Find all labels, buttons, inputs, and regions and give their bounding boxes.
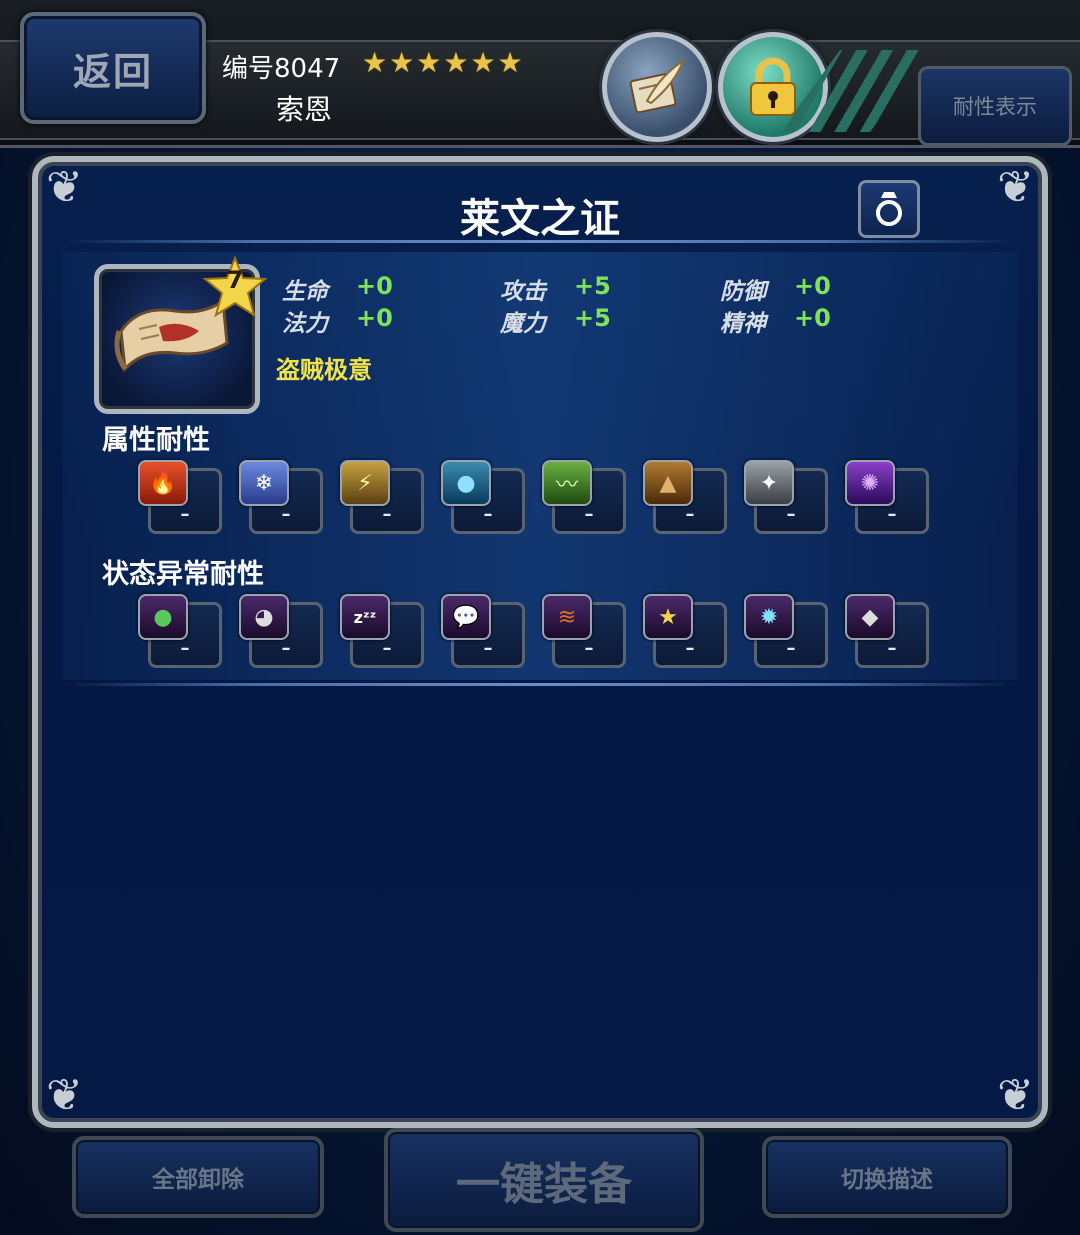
resist-value: – — [887, 504, 897, 525]
ice-icon: ❄ — [239, 460, 289, 506]
fire-icon: 🔥 — [138, 460, 188, 506]
resist-value: – — [483, 504, 493, 525]
resist-value: – — [685, 504, 695, 525]
resist-cell-petrify: – ◆ — [845, 594, 929, 668]
poison-icon: ● — [138, 594, 188, 640]
back-button[interactable]: 返回 — [20, 12, 206, 124]
character-id: 编号8047 — [222, 54, 341, 84]
resist-cell-paralyze: – ≋ — [542, 594, 626, 668]
wind-icon: 〰 — [542, 460, 592, 506]
star-icon: ★ — [443, 46, 469, 79]
title-divider — [64, 240, 1016, 243]
stat-value-mp: +0 — [356, 304, 393, 332]
quill-book-button[interactable] — [602, 32, 712, 142]
resist-value: – — [382, 504, 392, 525]
lightning-icon: ⚡ — [340, 460, 390, 506]
resist-display-button[interactable]: 耐性表示 — [918, 66, 1072, 146]
resist-value: – — [281, 638, 291, 659]
resist-cell-confuse: – ★ — [643, 594, 727, 668]
resist-value: – — [887, 638, 897, 659]
stat-label-atk: 攻击 — [500, 279, 546, 305]
ring-icon — [876, 192, 902, 226]
resist-value: – — [180, 638, 190, 659]
auto-equip-button[interactable]: 一键装备 — [384, 1128, 704, 1232]
silence-icon: 💬 — [441, 594, 491, 640]
resist-value: – — [584, 504, 594, 525]
stat-label-hp: 生命 — [282, 279, 328, 305]
stat-label-mp: 法力 — [282, 311, 328, 337]
resist-cell-silence: – 💬 — [441, 594, 525, 668]
holy-icon: ✦ — [744, 460, 794, 506]
star-icon: ★ — [416, 46, 442, 79]
resist-value: – — [786, 504, 796, 525]
dark-icon: ✺ — [845, 460, 895, 506]
stat-value-spr: +0 — [794, 304, 831, 332]
confuse-icon: ★ — [643, 594, 693, 640]
resist-cell-poison: – ● — [138, 594, 222, 668]
stat-label-spr: 精神 — [720, 311, 766, 337]
equipment-detail-panel: ❦ ❦ ❦ ❦ 莱文之证 7 生命 +0 法力 +0 攻击 +5 魔力 +5 防… — [32, 156, 1048, 1128]
star-icon: ★ — [389, 46, 415, 79]
blind-icon: ◕ — [239, 594, 289, 640]
band-divider — [62, 683, 1018, 686]
item-level: 7 — [226, 266, 244, 294]
stat-label-mag: 魔力 — [500, 311, 546, 337]
resist-value: – — [180, 504, 190, 525]
star-icon: ★ — [470, 46, 496, 79]
resist-cell-dark: – ✺ — [845, 460, 929, 534]
resist-value: – — [685, 638, 695, 659]
resist-value: – — [584, 638, 594, 659]
resist-cell-ice: – ❄ — [239, 460, 323, 534]
sleep-icon: zᶻᶻ — [340, 594, 390, 640]
ability-name: 盗贼极意 — [276, 356, 372, 384]
lock-icon — [750, 57, 796, 116]
stat-value-mag: +5 — [574, 304, 611, 332]
resist-value: – — [281, 504, 291, 525]
paralyze-icon: ≋ — [542, 594, 592, 640]
resist-cell-sleep: – zᶻᶻ — [340, 594, 424, 668]
disease-icon: ✹ — [744, 594, 794, 640]
resist-cell-disease: – ✹ — [744, 594, 828, 668]
ornament-corner: ❦ — [997, 1070, 1034, 1121]
status-resist-title: 状态异常耐性 — [102, 559, 264, 590]
earth-icon: ▲ — [643, 460, 693, 506]
resist-cell-lightning: – ⚡ — [340, 460, 424, 534]
resist-cell-holy: – ✦ — [744, 460, 828, 534]
petrify-icon: ◆ — [845, 594, 895, 640]
resist-cell-earth: – ▲ — [643, 460, 727, 534]
resist-value: – — [483, 638, 493, 659]
quill-book-icon — [629, 58, 685, 114]
rarity-stars: ★ ★ ★ ★ ★ ★ — [362, 48, 523, 78]
toggle-description-button[interactable]: 切换描述 — [762, 1136, 1012, 1218]
accessory-type-button[interactable] — [858, 180, 920, 238]
ornament-corner: ❦ — [46, 1070, 83, 1121]
character-name: 索恩 — [276, 93, 333, 126]
stat-value-atk: +5 — [574, 272, 611, 300]
resist-cell-water: – ● — [441, 460, 525, 534]
resist-cell-blind: – ◕ — [239, 594, 323, 668]
element-resist-title: 属性耐性 — [102, 425, 210, 456]
stat-label-def: 防御 — [720, 279, 766, 305]
star-icon: ★ — [362, 46, 388, 79]
resist-value: – — [786, 638, 796, 659]
water-icon: ● — [441, 460, 491, 506]
star-icon: ★ — [497, 46, 523, 79]
resist-cell-wind: – 〰 — [542, 460, 626, 534]
resist-cell-fire: – 🔥 — [138, 460, 222, 534]
unequip-all-button[interactable]: 全部卸除 — [72, 1136, 324, 1218]
stat-value-hp: +0 — [356, 272, 393, 300]
stat-value-def: +0 — [794, 272, 831, 300]
resist-value: – — [382, 638, 392, 659]
